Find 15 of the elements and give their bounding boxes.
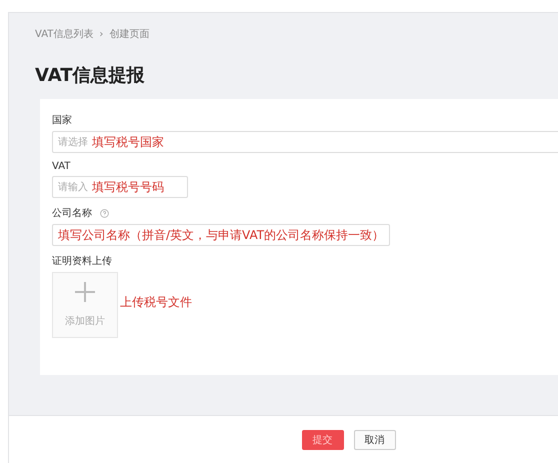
breadcrumb-link[interactable]: VAT信息列表 (35, 27, 94, 41)
input-field[interactable]: 请输入 填写税号号码 (52, 176, 188, 198)
cancel-button[interactable]: 取消 (354, 430, 396, 450)
field-label: 公司名称 (52, 207, 92, 220)
field-label: 证明资料上传 (52, 254, 112, 268)
select-field[interactable]: 请选择 填写税号国家 (52, 131, 558, 153)
input-field[interactable]: 填写公司名称（拼音/英文，与申请VAT的公司名称保持一致） (52, 224, 390, 246)
field-label: 国家 (52, 114, 72, 127)
breadcrumb-separator: › (99, 28, 104, 40)
field-label: VAT (52, 161, 70, 172)
page-title: VAT信息提报 (35, 64, 146, 87)
plus-icon (75, 282, 95, 302)
submit-button[interactable]: 提交 (302, 430, 344, 450)
annotation-text: 上传税号文件 (120, 294, 192, 310)
help-icon[interactable] (100, 208, 109, 218)
